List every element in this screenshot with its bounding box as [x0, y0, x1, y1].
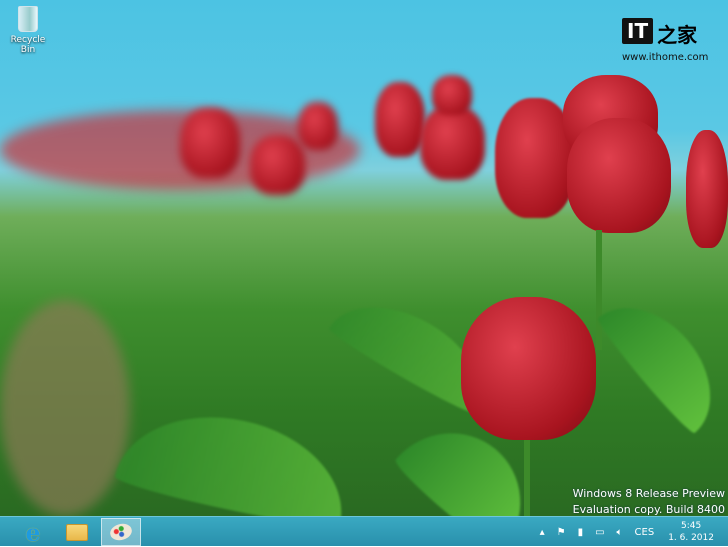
system-tray: ▴ ⚑ ▮ ▭ 🔈︎ CES 5:45 1. 6. 2012 — [534, 517, 728, 547]
volume-icon[interactable]: 🔈︎ — [617, 527, 623, 538]
taskbar: e ▴ ⚑ ▮ ▭ 🔈︎ CES 5:45 1. 6. 2012 — [0, 516, 728, 547]
tulip — [298, 102, 338, 150]
tulip-foreground — [461, 297, 596, 440]
action-center-flag-icon[interactable]: ⚑ — [557, 527, 566, 538]
network-icon[interactable]: ▭ — [595, 527, 604, 538]
clock-time: 5:45 — [680, 521, 702, 531]
recycle-bin-shortcut[interactable]: Recycle Bin — [4, 6, 52, 55]
tulip — [567, 118, 671, 233]
tulip-stem — [596, 230, 602, 350]
tulip — [686, 130, 728, 248]
tulip — [250, 135, 305, 195]
taskbar-internet-explorer[interactable]: e — [13, 517, 53, 547]
leaf — [593, 283, 728, 437]
logo-url: www.ithome.com — [622, 52, 709, 63]
tulip — [420, 105, 485, 180]
clock[interactable]: 5:45 1. 6. 2012 — [668, 520, 714, 544]
recycle-bin-label: Recycle Bin — [10, 35, 46, 55]
logo-mark: IT — [622, 18, 654, 44]
folder-icon — [66, 523, 88, 541]
tulip-stem — [524, 435, 530, 516]
leaf — [113, 397, 357, 516]
watermark-line1: Windows 8 Release Preview — [572, 487, 725, 500]
tulip — [375, 82, 425, 157]
recycle-bin-icon — [18, 6, 38, 32]
desktop-wallpaper — [0, 0, 728, 516]
internet-explorer-icon: e — [25, 517, 41, 547]
clock-date: 1. 6. 2012 — [668, 533, 714, 543]
soil-blur — [0, 300, 130, 516]
taskbar-file-explorer[interactable] — [57, 518, 97, 546]
ithome-watermark-logo: IT 之家 www.ithome.com — [622, 18, 718, 63]
taskbar-paint[interactable] — [101, 518, 141, 546]
tulip — [432, 75, 472, 115]
battery-icon[interactable]: ▮ — [578, 527, 584, 538]
input-language[interactable]: CES — [635, 527, 655, 538]
build-watermark: Windows 8 Release Preview Evaluation cop… — [573, 486, 725, 518]
show-hidden-icons-chevron-icon[interactable]: ▴ — [540, 527, 545, 538]
tulip — [180, 108, 240, 178]
paint-palette-icon — [108, 521, 134, 543]
logo-chinese: 之家 — [657, 23, 698, 47]
